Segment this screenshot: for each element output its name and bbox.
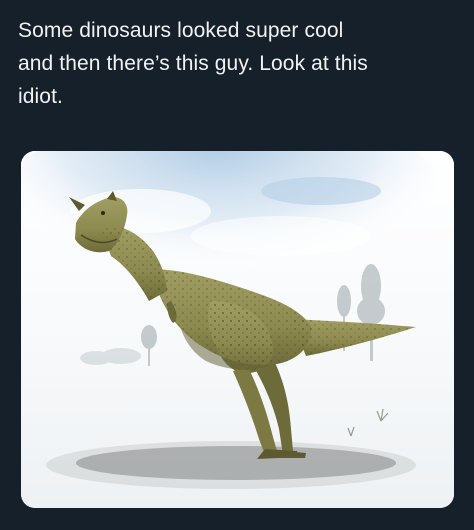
tweet-text: Some dinosaurs looked super cool and the… xyxy=(18,14,458,113)
sky-cloud xyxy=(191,216,371,256)
ground-shadow-soft xyxy=(46,441,416,489)
tweet-text-line-2: and then there’s this guy. Look at this xyxy=(18,52,368,75)
dinosaur-illustration xyxy=(21,151,454,508)
sky-cloud xyxy=(261,177,381,205)
tweet-text-line-3: idiot. xyxy=(18,85,63,108)
tweet-text-line-1: Some dinosaurs looked super cool xyxy=(18,19,344,42)
dinosaur-eye xyxy=(101,211,105,215)
tweet-media-image[interactable] xyxy=(21,151,454,508)
